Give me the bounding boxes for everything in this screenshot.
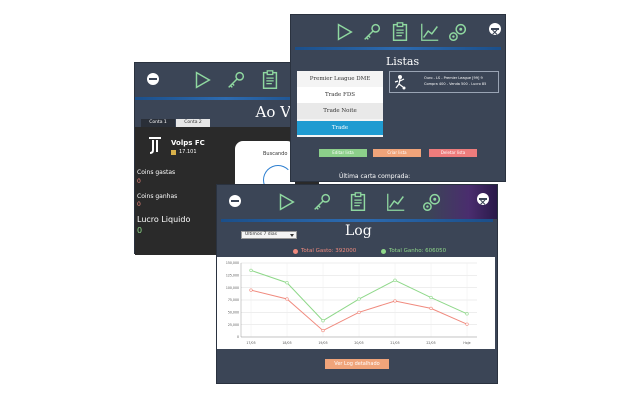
player-card: Ouro - LS - Premier League [99] 9 Compra… bbox=[389, 71, 499, 93]
edit-list-button[interactable]: Editar lista bbox=[319, 149, 367, 157]
clipboard-icon[interactable] bbox=[347, 191, 369, 213]
list-item-trade-noite[interactable]: Trade Noite bbox=[297, 103, 383, 119]
net-profit-label: Lucro Liquido bbox=[137, 215, 191, 224]
period-select-value: Últimos 7 dias bbox=[245, 232, 277, 237]
chart-icon[interactable] bbox=[385, 191, 407, 213]
gears-icon[interactable] bbox=[447, 21, 469, 43]
chevron-down-icon bbox=[290, 234, 294, 237]
tab-conta-1[interactable]: Conta 1 bbox=[141, 119, 175, 127]
list-item-premier-league[interactable]: Premier League DME bbox=[297, 71, 383, 87]
x-tick-label: 22/05 bbox=[426, 341, 435, 345]
coin-icon bbox=[171, 150, 176, 155]
data-point bbox=[249, 268, 253, 272]
accent-strip bbox=[295, 47, 501, 50]
data-point bbox=[429, 306, 433, 310]
close-button[interactable]: × bbox=[489, 23, 501, 38]
coins-earned-label: Coins ganhas bbox=[137, 193, 178, 200]
line-chart: 0 25,000 50,000 75,000 100,000 125,000 150,000… bbox=[226, 261, 477, 345]
list-panel: Premier League DME Trade FDS Trade Noite… bbox=[297, 71, 383, 137]
minimize-button[interactable] bbox=[229, 195, 241, 207]
last-card-label: Última carta comprada: bbox=[339, 173, 411, 180]
close-button[interactable]: × bbox=[477, 193, 489, 208]
x-tick-label: 19/05 bbox=[318, 341, 327, 345]
data-point bbox=[357, 310, 361, 314]
y-tick-label: 50,000 bbox=[228, 311, 239, 315]
data-point bbox=[285, 297, 289, 301]
data-point bbox=[393, 278, 397, 282]
create-list-button[interactable]: Criar lista bbox=[373, 149, 421, 157]
data-point bbox=[321, 319, 325, 323]
data-point bbox=[357, 297, 361, 301]
list-item-trade-fds[interactable]: Trade FDS bbox=[297, 87, 383, 103]
data-point bbox=[465, 312, 469, 316]
legend-earned: Total Ganho: 606050 bbox=[389, 248, 447, 254]
play-icon[interactable] bbox=[191, 69, 213, 91]
player-icon bbox=[393, 74, 407, 90]
data-point bbox=[465, 322, 469, 326]
chart-icon[interactable] bbox=[419, 21, 441, 43]
log-window: × Log Últimos 7 dias Total Gasto: 392000… bbox=[216, 184, 498, 384]
coin-balance: 17.101 bbox=[179, 149, 197, 155]
page-title: Listas bbox=[386, 55, 420, 68]
minimize-button[interactable] bbox=[147, 73, 159, 85]
x-tick-label: 18/05 bbox=[282, 341, 291, 345]
clipboard-icon[interactable] bbox=[259, 69, 281, 91]
data-point bbox=[249, 288, 253, 292]
net-profit-value: 0 bbox=[137, 226, 143, 235]
tab-conta-2[interactable]: Conta 2 bbox=[176, 119, 210, 127]
legend-spent: Total Gasto: 392000 bbox=[301, 248, 357, 254]
coins-earned-value: 0 bbox=[137, 201, 141, 208]
player-line-2: Compra 400 - Venda 500 - Lucro 85 bbox=[424, 82, 487, 86]
key-icon[interactable] bbox=[361, 21, 383, 43]
y-tick-label: 25,000 bbox=[228, 323, 239, 327]
legend-spent-dot bbox=[293, 249, 298, 254]
list-item-trade[interactable]: Trade bbox=[297, 121, 383, 135]
coins-spent-value: 0 bbox=[137, 178, 141, 185]
gears-icon[interactable] bbox=[421, 191, 443, 213]
y-tick-label: 100,000 bbox=[226, 286, 239, 290]
player-line-1: Ouro - LS - Premier League [99] 9 bbox=[424, 76, 483, 80]
legend-earned-dot bbox=[381, 249, 386, 254]
data-point bbox=[429, 295, 433, 300]
view-detailed-log-button[interactable]: Ver Log detalhado bbox=[325, 359, 389, 369]
y-tick-label: 150,000 bbox=[226, 261, 239, 265]
play-icon[interactable] bbox=[275, 191, 297, 213]
club-badge-icon bbox=[149, 137, 161, 155]
data-point bbox=[393, 299, 397, 303]
delete-list-button[interactable]: Deletar lista bbox=[429, 149, 477, 157]
page-title: Log bbox=[345, 223, 372, 239]
searching-text: Buscando bbox=[263, 151, 288, 157]
team-name: Volps FC bbox=[171, 139, 205, 147]
y-tick-label: 0 bbox=[237, 335, 239, 339]
accent-strip bbox=[221, 219, 493, 222]
data-point bbox=[285, 281, 289, 285]
key-icon[interactable] bbox=[225, 69, 247, 91]
clipboard-icon[interactable] bbox=[389, 21, 411, 43]
listas-window: × Listas Premier League DME Trade FDS Tr… bbox=[290, 14, 506, 182]
x-tick-label: 20/05 bbox=[354, 341, 363, 345]
y-tick-label: 75,000 bbox=[228, 298, 239, 302]
coins-spent-label: Coins gastas bbox=[137, 169, 176, 176]
data-point bbox=[321, 328, 325, 333]
y-tick-label: 125,000 bbox=[226, 274, 239, 278]
x-tick-label: 21/05 bbox=[390, 341, 399, 345]
x-tick-label: 17/05 bbox=[246, 341, 255, 345]
play-icon[interactable] bbox=[333, 21, 355, 43]
x-tick-label: Hoje bbox=[463, 341, 470, 345]
chart-area: 0 25,000 50,000 75,000 100,000 125,000 150,000… bbox=[217, 257, 495, 349]
key-icon[interactable] bbox=[311, 191, 333, 213]
period-select[interactable]: Últimos 7 dias bbox=[241, 231, 297, 239]
